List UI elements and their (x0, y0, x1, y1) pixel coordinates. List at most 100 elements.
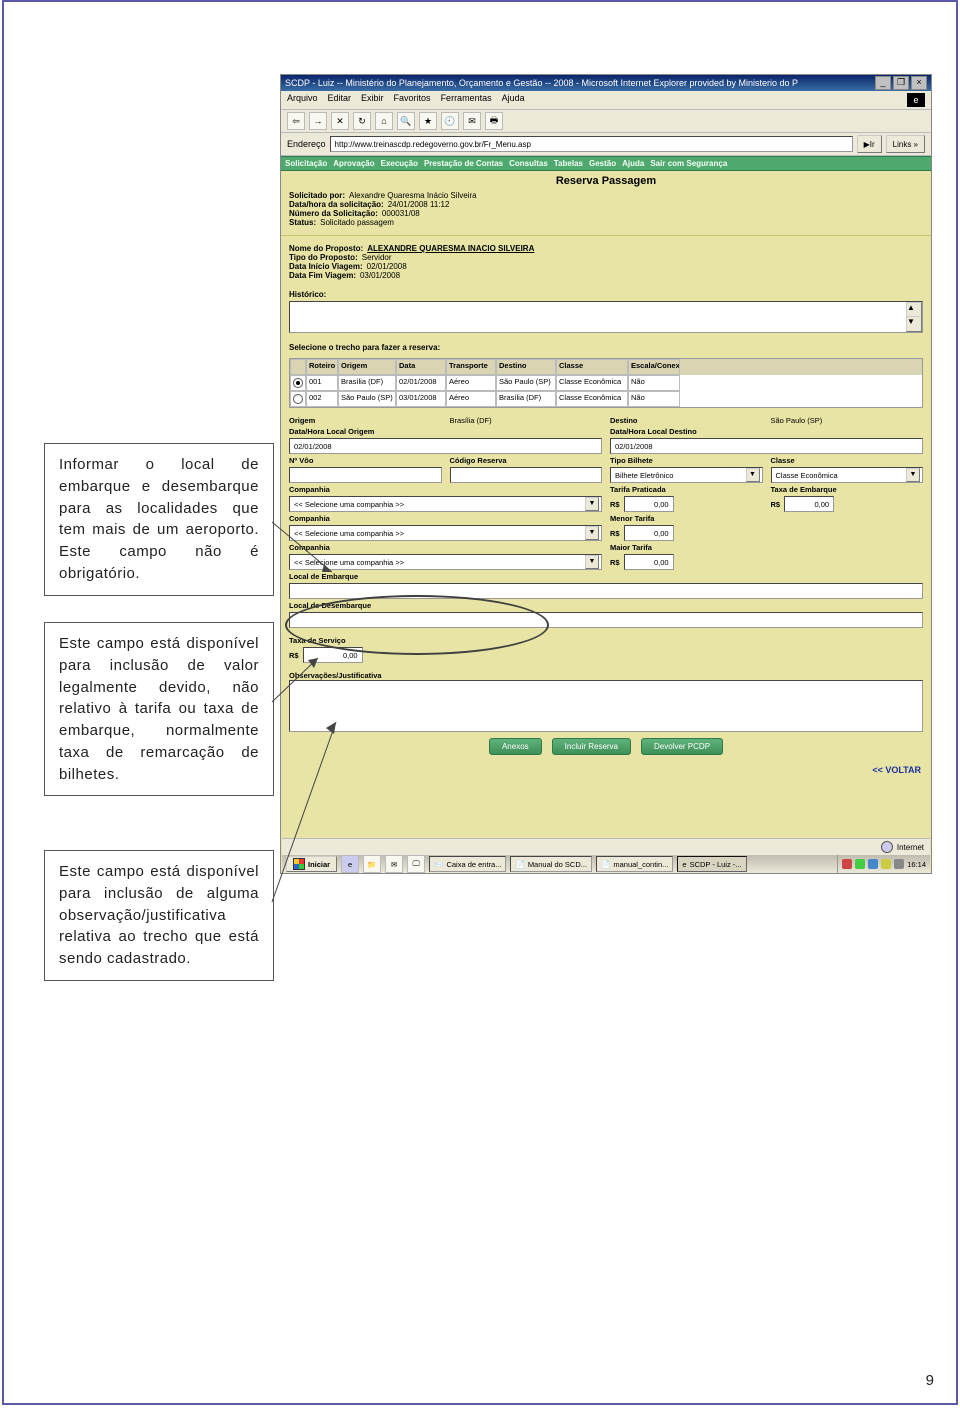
cur: R$ (771, 500, 781, 509)
scroll-down-icon[interactable]: ▼ (906, 316, 922, 332)
quick-launch-icon[interactable]: 🖵 (407, 855, 425, 873)
input-dhlo[interactable]: 02/01/2008 (289, 438, 602, 454)
anexos-button[interactable]: Anexos (489, 738, 542, 755)
quick-launch-icon[interactable]: 📁 (363, 855, 381, 873)
maximize-button[interactable]: ❐ (893, 76, 909, 90)
tray-icon[interactable] (868, 859, 878, 869)
tray-icon[interactable] (881, 859, 891, 869)
voltar-link[interactable]: << VOLTAR (281, 761, 931, 779)
val-destino: São Paulo (SP) (771, 416, 924, 425)
print-icon[interactable]: 🖶 (485, 112, 503, 130)
td-origem: São Paulo (SP) (338, 391, 396, 407)
task-button[interactable]: 📨Caixa de entra... (429, 856, 506, 872)
nav-aprovacao[interactable]: Aprovação (333, 159, 374, 168)
mail-icon[interactable]: ✉ (463, 112, 481, 130)
input-codres[interactable] (450, 467, 603, 483)
radio-row-1[interactable] (293, 378, 303, 388)
input-nvoo[interactable] (289, 467, 442, 483)
menu-arquivo[interactable]: Arquivo (287, 93, 318, 107)
minimize-button[interactable]: _ (875, 76, 891, 90)
nav-execucao[interactable]: Execução (381, 159, 418, 168)
tray-icon[interactable] (894, 859, 904, 869)
cur: R$ (610, 558, 620, 567)
input-taxa-embarque[interactable]: 0,00 (784, 496, 834, 512)
start-button[interactable]: Iniciar (286, 856, 337, 872)
textarea-observacoes[interactable] (289, 680, 923, 732)
system-tray: 16:14 (837, 855, 926, 873)
task-button[interactable]: 📄Manual do SCD... (510, 856, 592, 872)
lbl-observacoes: Observações/Justificativa (289, 671, 923, 680)
favorites-icon[interactable]: ★ (419, 112, 437, 130)
lbl-maior-tarifa: Maior Tarifa (610, 543, 923, 552)
content-area: Reserva Passagem Solicitado por: Alexand… (281, 171, 931, 871)
page-title: Reserva Passagem (281, 171, 931, 189)
td-classe: Classe Econômica (556, 391, 628, 407)
header-section: Solicitado por: Alexandre Quaresma Ináci… (281, 189, 931, 229)
taskbar: Iniciar e 📁 ✉ 🖵 📨Caixa de entra... 📄Manu… (282, 855, 930, 873)
th-origem: Origem (338, 359, 396, 375)
window-buttons: _ ❐ × (875, 76, 927, 90)
input-local-embarque[interactable] (289, 583, 923, 599)
select-tipobilhete[interactable]: Bilhete Eletrônico▼ (610, 467, 763, 483)
select-classe[interactable]: Classe Econômica▼ (771, 467, 924, 483)
devolver-pcdp-button[interactable]: Devolver PCDP (641, 738, 723, 755)
lbl-data-hora: Data/hora da solicitação: (289, 200, 384, 209)
close-button[interactable]: × (911, 76, 927, 90)
back-icon[interactable]: ⇦ (287, 112, 305, 130)
th-transporte: Transporte (446, 359, 496, 375)
forward-icon[interactable]: → (309, 112, 327, 130)
nav-consultas[interactable]: Consultas (509, 159, 548, 168)
menu-editar[interactable]: Editar (328, 93, 352, 107)
go-button[interactable]: ▶ Ir (857, 135, 882, 153)
menu-favoritos[interactable]: Favoritos (394, 93, 431, 107)
ie-window: SCDP - Luiz -- Ministério do Planejament… (280, 74, 932, 874)
tray-icon[interactable] (855, 859, 865, 869)
val-data-fim: 03/01/2008 (360, 271, 400, 280)
url-text: http://www.treinascdp.redegoverno.gov.br… (335, 140, 531, 149)
radio-row-2[interactable] (293, 394, 303, 404)
url-input[interactable]: http://www.treinascdp.redegoverno.gov.br… (330, 136, 853, 152)
historico-box[interactable]: ▲ ▼ (289, 301, 923, 333)
incluir-reserva-button[interactable]: Incluir Reserva (552, 738, 631, 755)
history-icon[interactable]: 🕘 (441, 112, 459, 130)
lbl-origem: Origem (289, 416, 442, 425)
select-companhia-1[interactable]: << Selecione uma companhia >>▼ (289, 496, 602, 512)
table-row[interactable]: 002 São Paulo (SP) 03/01/2008 Aéreo Bras… (290, 391, 922, 407)
nav-ajuda[interactable]: Ajuda (622, 159, 644, 168)
reserva-form: Origem Brasília (DF) Destino São Paulo (… (289, 416, 923, 680)
menu-exibir[interactable]: Exibir (361, 93, 384, 107)
lbl-codres: Código Reserva (450, 456, 603, 465)
chevron-down-icon: ▼ (906, 468, 920, 482)
nav-solicitacao[interactable]: Solicitação (285, 159, 327, 168)
links-button[interactable]: Links » (886, 135, 925, 153)
nav-gestao[interactable]: Gestão (589, 159, 616, 168)
menu-ajuda[interactable]: Ajuda (502, 93, 525, 107)
input-dhld[interactable]: 02/01/2008 (610, 438, 923, 454)
tray-icon[interactable] (842, 859, 852, 869)
lbl-menor-tarifa: Menor Tarifa (610, 514, 923, 523)
nav-tabelas[interactable]: Tabelas (554, 159, 583, 168)
home-icon[interactable]: ⌂ (375, 112, 393, 130)
input-taxa-servico[interactable]: 0,00 (303, 647, 363, 663)
refresh-icon[interactable]: ↻ (353, 112, 371, 130)
input-local-desembarque[interactable] (289, 612, 923, 628)
lbl-dhlo: Data/Hora Local Origem (289, 427, 602, 436)
search-icon[interactable]: 🔍 (397, 112, 415, 130)
nav-prestacao[interactable]: Prestação de Contas (424, 159, 503, 168)
quick-launch-icon[interactable]: ✉ (385, 855, 403, 873)
select-companhia-2[interactable]: << Selecione uma companhia >>▼ (289, 525, 602, 541)
val-nome-proposto[interactable]: ALEXANDRE QUARESMA INACIO SILVEIRA (367, 244, 534, 253)
select-companhia-3[interactable]: << Selecione uma companhia >>▼ (289, 554, 602, 570)
nav-sair[interactable]: Sair com Segurança (650, 159, 727, 168)
quick-launch-icon[interactable]: e (341, 855, 359, 873)
stop-icon[interactable]: ✕ (331, 112, 349, 130)
zone-text: Internet (897, 843, 924, 852)
input-maior-tarifa[interactable]: 0,00 (624, 554, 674, 570)
menubar: Arquivo Editar Exibir Favoritos Ferramen… (281, 91, 931, 110)
task-button[interactable]: 📄manual_contin... (596, 856, 673, 872)
task-button[interactable]: eSCDP - Luiz -... (677, 856, 746, 872)
table-row[interactable]: 001 Brasília (DF) 02/01/2008 Aéreo São P… (290, 375, 922, 391)
input-tarifa-praticada[interactable]: 0,00 (624, 496, 674, 512)
input-menor-tarifa[interactable]: 0,00 (624, 525, 674, 541)
menu-ferramentas[interactable]: Ferramentas (441, 93, 492, 107)
